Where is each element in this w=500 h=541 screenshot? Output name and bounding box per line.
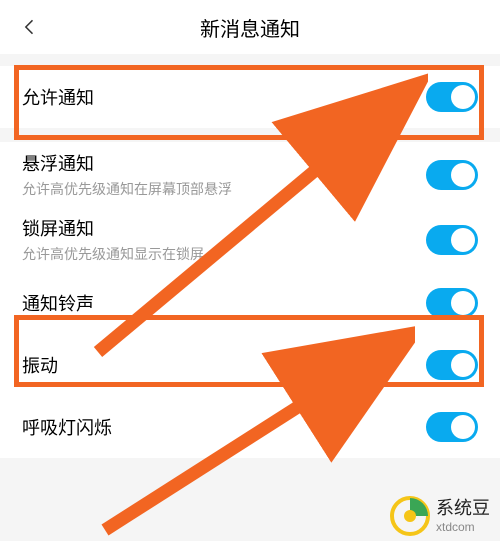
toggle-float[interactable] <box>426 160 478 190</box>
row-label: 悬浮通知 <box>22 150 232 176</box>
toggle-lock[interactable] <box>426 225 478 255</box>
row-sound[interactable]: 通知铃声 <box>0 272 500 334</box>
settings-list: 允许通知 悬浮通知 允许高优先级通知在屏幕顶部悬浮 锁屏通知 允许高优先级通知显… <box>0 54 500 458</box>
page-title: 新消息通知 <box>200 13 300 42</box>
group-allow: 允许通知 <box>0 66 500 128</box>
row-float-notifications[interactable]: 悬浮通知 允许高优先级通知在屏幕顶部悬浮 <box>0 142 500 207</box>
chevron-left-icon <box>20 17 40 37</box>
row-label: 通知铃声 <box>22 290 94 316</box>
watermark: 系统豆 xtdcom <box>390 496 490 536</box>
group-main: 悬浮通知 允许高优先级通知在屏幕顶部悬浮 锁屏通知 允许高优先级通知显示在锁屏 … <box>0 142 500 458</box>
row-sublabel: 允许高优先级通知显示在锁屏 <box>22 244 204 264</box>
header-bar: 新消息通知 <box>0 0 500 54</box>
row-vibrate[interactable]: 振动 <box>0 334 500 396</box>
row-led[interactable]: 呼吸灯闪烁 <box>0 396 500 458</box>
watermark-url: xtdcom <box>436 520 490 534</box>
watermark-icon <box>390 496 430 536</box>
row-allow-notifications[interactable]: 允许通知 <box>0 66 500 128</box>
row-label: 锁屏通知 <box>22 215 204 241</box>
row-sublabel: 允许高优先级通知在屏幕顶部悬浮 <box>22 179 232 199</box>
row-lock-notifications[interactable]: 锁屏通知 允许高优先级通知显示在锁屏 <box>0 207 500 272</box>
row-label: 允许通知 <box>22 84 94 110</box>
toggle-led[interactable] <box>426 412 478 442</box>
toggle-vibrate[interactable] <box>426 350 478 380</box>
watermark-name: 系统豆 <box>436 498 490 520</box>
row-label: 呼吸灯闪烁 <box>22 414 112 440</box>
back-button[interactable] <box>20 17 40 37</box>
toggle-sound[interactable] <box>426 288 478 318</box>
toggle-allow[interactable] <box>426 82 478 112</box>
row-label: 振动 <box>22 352 58 378</box>
